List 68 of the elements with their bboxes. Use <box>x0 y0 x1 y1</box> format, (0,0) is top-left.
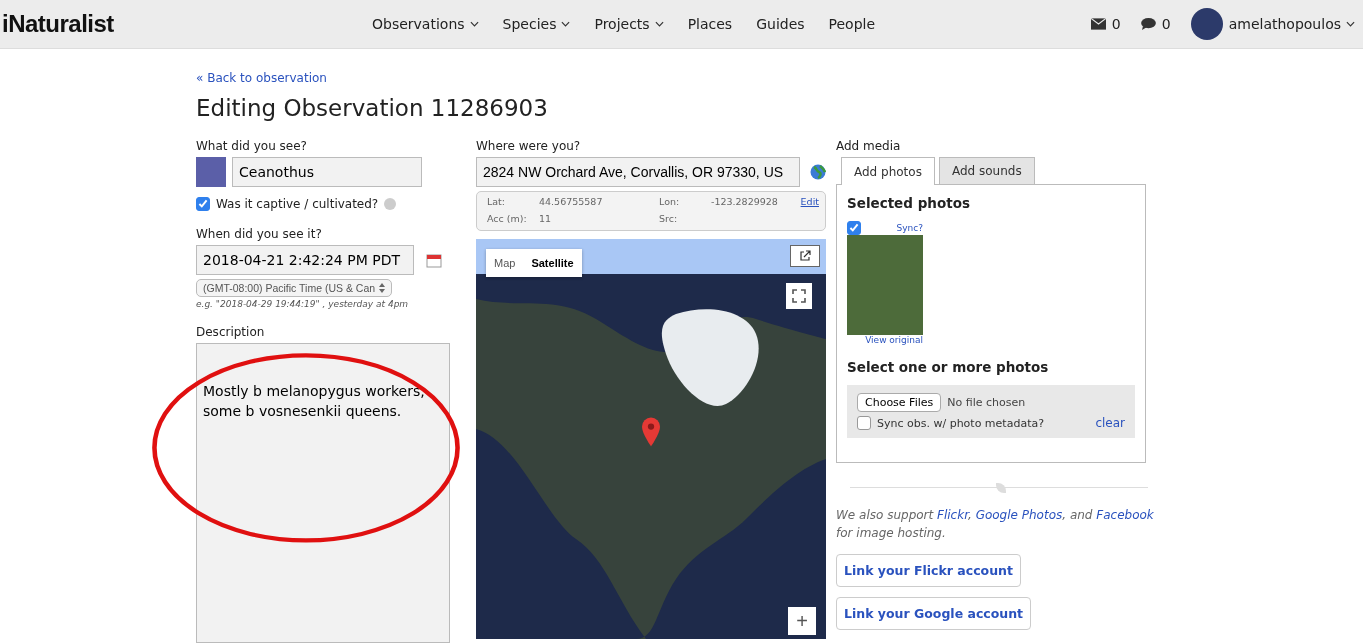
nav-link[interactable]: Guides <box>756 16 805 32</box>
longitude-value: -123.2829928 <box>711 196 779 207</box>
timezone-select[interactable]: (GMT-08:00) Pacific Time (US & Can <box>196 279 393 297</box>
back-link[interactable]: « Back to observation <box>196 71 1363 85</box>
media-tab[interactable]: Add photos <box>841 157 935 185</box>
latitude-value: 44.56755587 <box>539 196 604 207</box>
field-label: What did you see? <box>196 139 307 153</box>
checkbox-label: Was it captive / cultivated? <box>216 197 379 211</box>
caret-icon[interactable] <box>654 21 664 27</box>
sync-checkbox[interactable] <box>857 416 871 430</box>
support-note: We also support Flickr, Google Photos, and Facebook for image hosting. <box>836 507 1155 542</box>
caret-icon[interactable] <box>469 21 479 27</box>
globe-icon[interactable] <box>810 164 826 180</box>
photo-placeholder <box>196 157 226 187</box>
edit-link[interactable]: Edit <box>800 196 819 207</box>
select-arrows-icon[interactable] <box>379 283 386 293</box>
section-heading: Select one or more photos <box>847 359 1050 375</box>
calendar-icon[interactable] <box>426 252 442 268</box>
map-pin-icon[interactable] <box>642 417 660 447</box>
field-label: Add media <box>836 139 901 153</box>
section-heading: Selected photos <box>847 195 971 211</box>
field-label: Where were you? <box>476 139 581 153</box>
accuracy-value: 11 <box>539 213 553 224</box>
map-type-tab[interactable]: Map <box>486 249 524 277</box>
user-menu[interactable]: amelathopoulos <box>1228 16 1355 32</box>
file-status: No file chosen <box>947 396 1026 409</box>
description-field[interactable]: Mostly b melanopygus workers, some b vosnesenkii queens. <box>196 343 450 643</box>
logo[interactable]: iNaturalist <box>2 10 372 38</box>
clear-link[interactable]: clear <box>1095 416 1125 430</box>
message-count: 0 <box>1111 16 1121 32</box>
coordinate-label: Acc (m): <box>487 213 528 224</box>
service-link[interactable]: Flickr <box>937 508 968 522</box>
view-original-link[interactable]: View original <box>847 335 923 345</box>
date-hint: e.g. "2018-04-29 19:44:19" , yesterday at 4pm <box>196 299 410 309</box>
field-label: Description <box>196 325 265 339</box>
envelope-icon[interactable] <box>1090 18 1106 30</box>
page-title: Editing Observation 11286903 <box>196 95 549 121</box>
fullscreen-icon[interactable] <box>786 283 812 309</box>
avatar[interactable] <box>1190 8 1223 40</box>
choose-files-button[interactable]: Choose Files <box>857 393 942 412</box>
link-account-button[interactable]: Link your Google account <box>836 597 1032 630</box>
nav-link[interactable]: Species <box>502 16 571 32</box>
nav-link[interactable]: Observations <box>372 16 479 32</box>
zoom-in-button[interactable]: + <box>788 607 816 635</box>
caret-icon[interactable] <box>1346 21 1355 27</box>
nav-link[interactable]: Places <box>687 16 733 32</box>
media-tab[interactable]: Add sounds <box>938 157 1035 184</box>
caret-icon[interactable] <box>561 21 571 27</box>
species-field[interactable]: Ceanothus <box>232 157 422 187</box>
service-link[interactable]: Facebook <box>1096 508 1154 522</box>
nav-link[interactable]: Projects <box>594 16 664 32</box>
speech-bubble-icon[interactable] <box>1140 18 1156 30</box>
coordinate-label: Src: <box>659 213 679 224</box>
location-field[interactable]: 2824 NW Orchard Ave, Corvallis, OR 97330, US <box>476 157 800 187</box>
photo-checkbox[interactable] <box>847 221 861 235</box>
map-type-tab[interactable]: Satellite <box>523 249 582 277</box>
field-label: When did you see it? <box>196 227 322 241</box>
coordinate-label: Lat: <box>487 196 507 207</box>
nav-link[interactable]: People <box>828 16 876 32</box>
sync-link[interactable]: Sync? <box>896 223 923 233</box>
checkbox-label: Sync obs. w/ photo metadata? <box>877 416 1045 430</box>
comment-count: 0 <box>1161 16 1171 32</box>
link-account-button[interactable]: Link your Flickr account <box>836 554 1021 587</box>
date-field[interactable]: 2018-04-21 2:42:24 PM PDT <box>196 245 414 275</box>
coordinate-label: Lon: <box>659 196 681 207</box>
external-link-icon[interactable] <box>790 245 820 267</box>
captive-checkbox[interactable] <box>196 197 210 211</box>
satellite-map[interactable]: Map Satellite + <box>476 239 826 639</box>
